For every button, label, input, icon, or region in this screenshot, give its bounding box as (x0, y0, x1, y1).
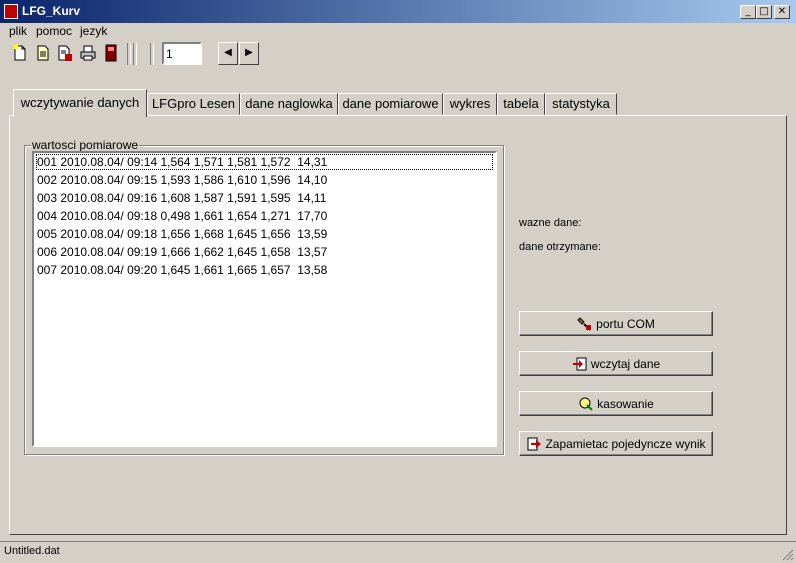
save-document-icon[interactable] (57, 44, 73, 62)
com-port-label: portu COM (596, 316, 655, 331)
page-number-input[interactable]: 1 (162, 42, 202, 65)
tab-wczytywanie-danych[interactable]: wczytywanie danych (13, 89, 147, 117)
list-item[interactable]: 004 2010.08.04/ 09:18 0,498 1,661 1,654 … (36, 208, 493, 224)
tab-dane-naglowka[interactable]: dane naglowka (240, 93, 338, 115)
maximize-button[interactable]: □ (756, 5, 772, 19)
title-bar (0, 0, 796, 23)
prev-page-button[interactable]: ◀ (218, 42, 238, 65)
menu-jezyk[interactable]: jezyk (80, 24, 107, 38)
close-button[interactable]: ✕ (774, 5, 790, 19)
menu-plik[interactable]: plik (9, 24, 27, 38)
print-icon[interactable] (80, 44, 96, 62)
clear-button[interactable]: kasowanie (519, 391, 713, 416)
minimize-button[interactable]: _ (740, 5, 756, 19)
save-single-result-button[interactable]: Zapamietac pojedyncze wynik (519, 431, 713, 456)
window-title: LFG_Kurv (22, 4, 81, 18)
toolbar-separator (150, 43, 154, 65)
group-label: wartosci pomiarowe (31, 138, 140, 152)
save-single-result-label: Zapamietac pojedyncze wynik (545, 436, 706, 451)
measurement-list[interactable]: 001 2010.08.04/ 09:14 1,564 1,571 1,581 … (32, 151, 497, 447)
load-data-button[interactable]: wczytaj dane (519, 351, 713, 376)
clear-label: kasowanie (597, 396, 654, 411)
com-port-button[interactable]: portu COM (519, 311, 713, 336)
list-item[interactable]: 005 2010.08.04/ 09:18 1,656 1,668 1,645 … (36, 226, 493, 242)
list-item[interactable]: 001 2010.08.04/ 09:14 1,564 1,571 1,581 … (36, 154, 493, 170)
tab-dane-pomiarowe[interactable]: dane pomiarowe (338, 93, 443, 115)
list-item[interactable]: 003 2010.08.04/ 09:16 1,608 1,587 1,591 … (36, 190, 493, 206)
new-document-icon[interactable] (12, 44, 28, 62)
toolbar-separator (133, 43, 137, 65)
list-item[interactable]: 002 2010.08.04/ 09:15 1,593 1,586 1,610 … (36, 172, 493, 188)
important-data-label: wazne dane: (519, 217, 582, 229)
next-page-button[interactable]: ▶ (239, 42, 259, 65)
exit-icon[interactable] (103, 44, 119, 62)
resize-grip-icon[interactable] (782, 549, 794, 561)
load-data-label: wczytaj dane (590, 356, 661, 371)
eraser-icon (579, 397, 593, 411)
tab-tabela[interactable]: tabela (497, 93, 545, 115)
list-item[interactable]: 006 2010.08.04/ 09:19 1,666 1,662 1,645 … (36, 244, 493, 260)
app-icon (4, 4, 18, 19)
tab-lfgpro-lesen[interactable]: LFGpro Lesen (147, 93, 240, 115)
save-arrow-icon (527, 437, 542, 450)
menu-pomoc[interactable]: pomoc (36, 24, 72, 38)
tab-statystyka[interactable]: statystyka (545, 93, 617, 115)
load-arrow-icon (572, 357, 587, 370)
status-bar (0, 541, 796, 563)
toolbar-separator (127, 43, 131, 65)
received-data-label: dane otrzymane: (519, 241, 601, 253)
plug-icon (577, 316, 592, 331)
list-item[interactable]: 007 2010.08.04/ 09:20 1,645 1,661 1,665 … (36, 262, 493, 278)
open-document-icon[interactable] (35, 44, 51, 62)
status-filename: Untitled.dat (4, 545, 60, 557)
tab-wykres[interactable]: wykres (443, 93, 497, 115)
